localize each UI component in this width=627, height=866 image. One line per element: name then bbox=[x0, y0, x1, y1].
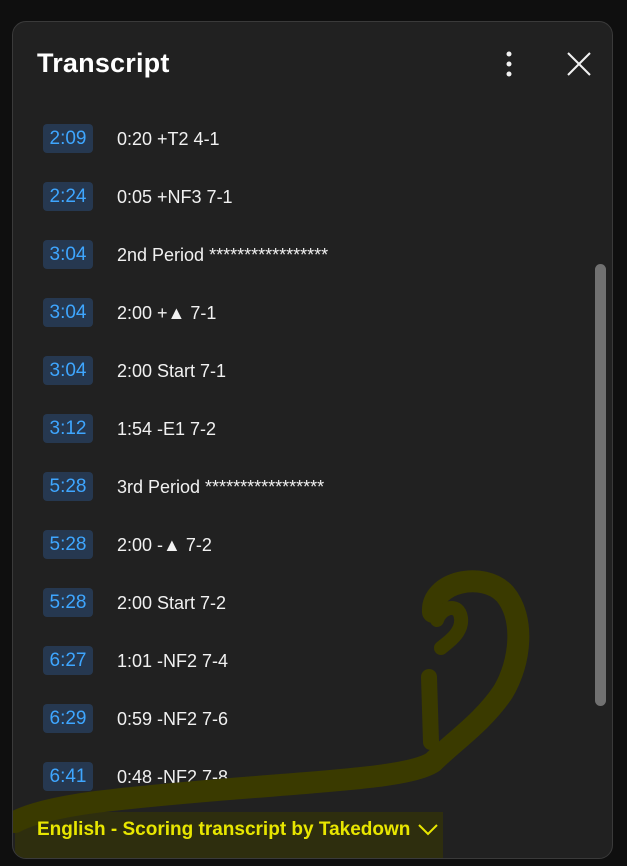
transcript-segment[interactable]: 5:28 2:00 Start 7-2 bbox=[13, 574, 573, 632]
transcript-segment[interactable]: 6:27 1:01 -NF2 7-4 bbox=[13, 632, 573, 690]
transcript-segment[interactable]: 2:09 0:20 +T2 4-1 bbox=[13, 110, 573, 168]
chevron-down-icon bbox=[418, 824, 439, 836]
panel-title: Transcript bbox=[37, 48, 170, 78]
transcript-segment[interactable]: 5:28 3rd Period ***************** bbox=[13, 458, 573, 516]
segment-timestamp[interactable]: 3:04 bbox=[43, 298, 93, 327]
scrollbar-thumb[interactable] bbox=[595, 264, 606, 706]
language-label: English - Scoring transcript by Takedown bbox=[37, 819, 411, 840]
segment-timestamp[interactable]: 3:12 bbox=[43, 414, 93, 443]
transcript-footer: English - Scoring transcript by Takedown bbox=[13, 792, 612, 858]
segment-timestamp[interactable]: 6:41 bbox=[43, 762, 93, 791]
more-vertical-icon bbox=[506, 51, 512, 77]
transcript-segment[interactable]: 3:12 1:54 -E1 7-2 bbox=[13, 400, 573, 458]
segment-timestamp[interactable]: 3:04 bbox=[43, 240, 93, 269]
segment-text: 1:01 -NF2 7-4 bbox=[117, 651, 229, 671]
segment-text: 2:00 Start 7-2 bbox=[117, 593, 227, 613]
segment-timestamp[interactable]: 2:09 bbox=[43, 124, 93, 153]
segment-text: 3rd Period ***************** bbox=[117, 477, 325, 497]
segment-text: 0:05 +NF3 7-1 bbox=[117, 187, 233, 207]
transcript-segment[interactable]: 3:04 2:00 +▲ 7-1 bbox=[13, 284, 573, 342]
segment-text: 0:20 +T2 4-1 bbox=[117, 129, 220, 149]
transcript-segment[interactable]: 5:28 2:00 -▲ 7-2 bbox=[13, 516, 573, 574]
segment-text: 0:48 -NF2 7-8 bbox=[117, 767, 229, 787]
segment-timestamp[interactable]: 5:28 bbox=[43, 530, 93, 559]
transcript-panel: Transcript 2:09 0:20 +T2 4-1 2:24 0:05 +… bbox=[12, 21, 613, 859]
segment-text: 1:54 -E1 7-2 bbox=[117, 419, 217, 439]
more-options-button[interactable] bbox=[491, 46, 527, 82]
segment-text: 2nd Period ***************** bbox=[117, 245, 329, 265]
segment-timestamp[interactable]: 3:04 bbox=[43, 356, 93, 385]
transcript-segment[interactable]: 3:04 2:00 Start 7-1 bbox=[13, 342, 573, 400]
transcript-header: Transcript bbox=[13, 22, 612, 110]
segment-timestamp[interactable]: 6:29 bbox=[43, 704, 93, 733]
segment-text: 2:00 +▲ 7-1 bbox=[117, 303, 217, 323]
close-button[interactable] bbox=[561, 46, 597, 82]
segment-text: 0:59 -NF2 7-6 bbox=[117, 709, 229, 729]
transcript-segment[interactable]: 3:04 2nd Period ***************** bbox=[13, 226, 573, 284]
segment-timestamp[interactable]: 6:27 bbox=[43, 646, 93, 675]
segment-timestamp[interactable]: 5:28 bbox=[43, 588, 93, 617]
transcript-segment[interactable]: 6:29 0:59 -NF2 7-6 bbox=[13, 690, 573, 748]
transcript-segment[interactable]: 2:24 0:05 +NF3 7-1 bbox=[13, 168, 573, 226]
segment-timestamp[interactable]: 2:24 bbox=[43, 182, 93, 211]
segment-timestamp[interactable]: 5:28 bbox=[43, 472, 93, 501]
close-icon bbox=[567, 52, 591, 76]
segment-text: 2:00 Start 7-1 bbox=[117, 361, 227, 381]
segment-text: 2:00 -▲ 7-2 bbox=[117, 535, 212, 555]
transcript-language-selector[interactable]: English - Scoring transcript by Takedown bbox=[37, 819, 439, 841]
transcript-segment-list[interactable]: 2:09 0:20 +T2 4-1 2:24 0:05 +NF3 7-1 3:0… bbox=[13, 110, 612, 810]
